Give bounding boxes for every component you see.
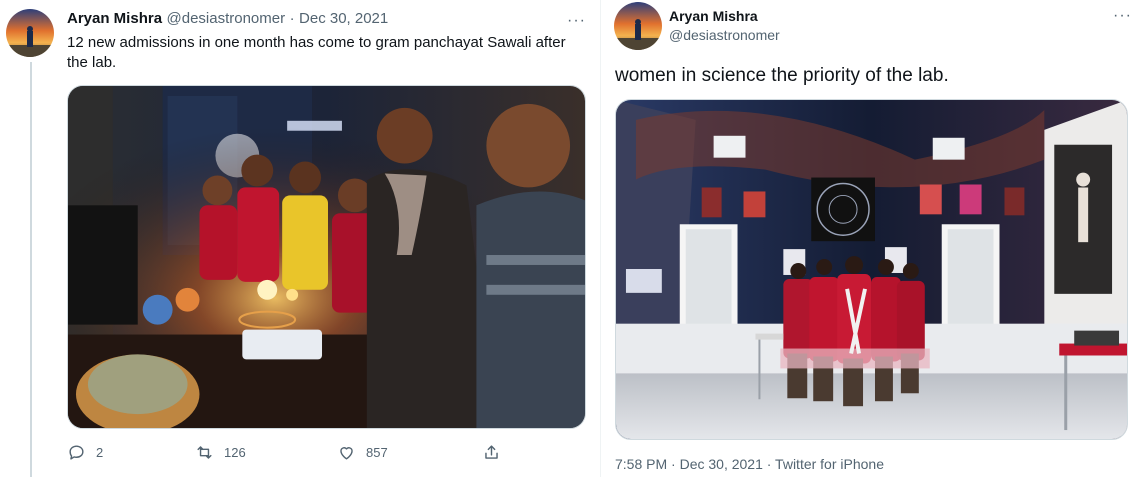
more-icon[interactable]: ··· xyxy=(567,13,586,29)
right-tweet: Aryan Mishra @desiastronomer ··· women i… xyxy=(600,0,1145,477)
separator-dot: · xyxy=(289,10,295,27)
reply-count: 2 xyxy=(96,445,104,460)
avatar[interactable] xyxy=(6,9,54,57)
reply-button[interactable]: 2 xyxy=(67,443,195,462)
tweet-header: Aryan Mishra @desiastronomer · Dec 30, 2… xyxy=(67,10,388,28)
author-handle[interactable]: @desiastronomer xyxy=(167,10,286,27)
tweet-photo-students-lab[interactable] xyxy=(67,85,586,429)
retweet-button[interactable]: 126 xyxy=(195,443,337,462)
retweet-count: 126 xyxy=(224,445,246,460)
tweet-text: women in science the priority of the lab… xyxy=(615,65,949,86)
tweet-text: 12 new admissions in one month has come … xyxy=(67,34,570,71)
retweet-icon xyxy=(197,446,212,459)
author-name[interactable]: Aryan Mishra xyxy=(669,8,758,24)
heart-icon xyxy=(340,447,353,460)
avatar[interactable] xyxy=(614,2,662,50)
thread-line xyxy=(30,62,32,477)
share-icon xyxy=(485,445,498,459)
share-button[interactable] xyxy=(482,443,501,462)
tweet-photo-girls-in-lab[interactable] xyxy=(615,99,1128,440)
tweet-actions: 2 126 857 xyxy=(67,443,501,462)
author-name[interactable]: Aryan Mishra xyxy=(67,10,162,27)
left-tweet: Aryan Mishra @desiastronomer · Dec 30, 2… xyxy=(0,0,600,477)
tweet-date[interactable]: Dec 30, 2021 xyxy=(299,10,388,27)
like-count: 857 xyxy=(366,445,388,460)
like-button[interactable]: 857 xyxy=(337,443,482,462)
reply-icon xyxy=(69,445,84,460)
author-handle[interactable]: @desiastronomer xyxy=(669,27,780,43)
tweet-timestamp[interactable]: 7:58 PM · Dec 30, 2021 · Twitter for iPh… xyxy=(615,456,884,472)
more-icon[interactable]: ··· xyxy=(1113,8,1132,24)
